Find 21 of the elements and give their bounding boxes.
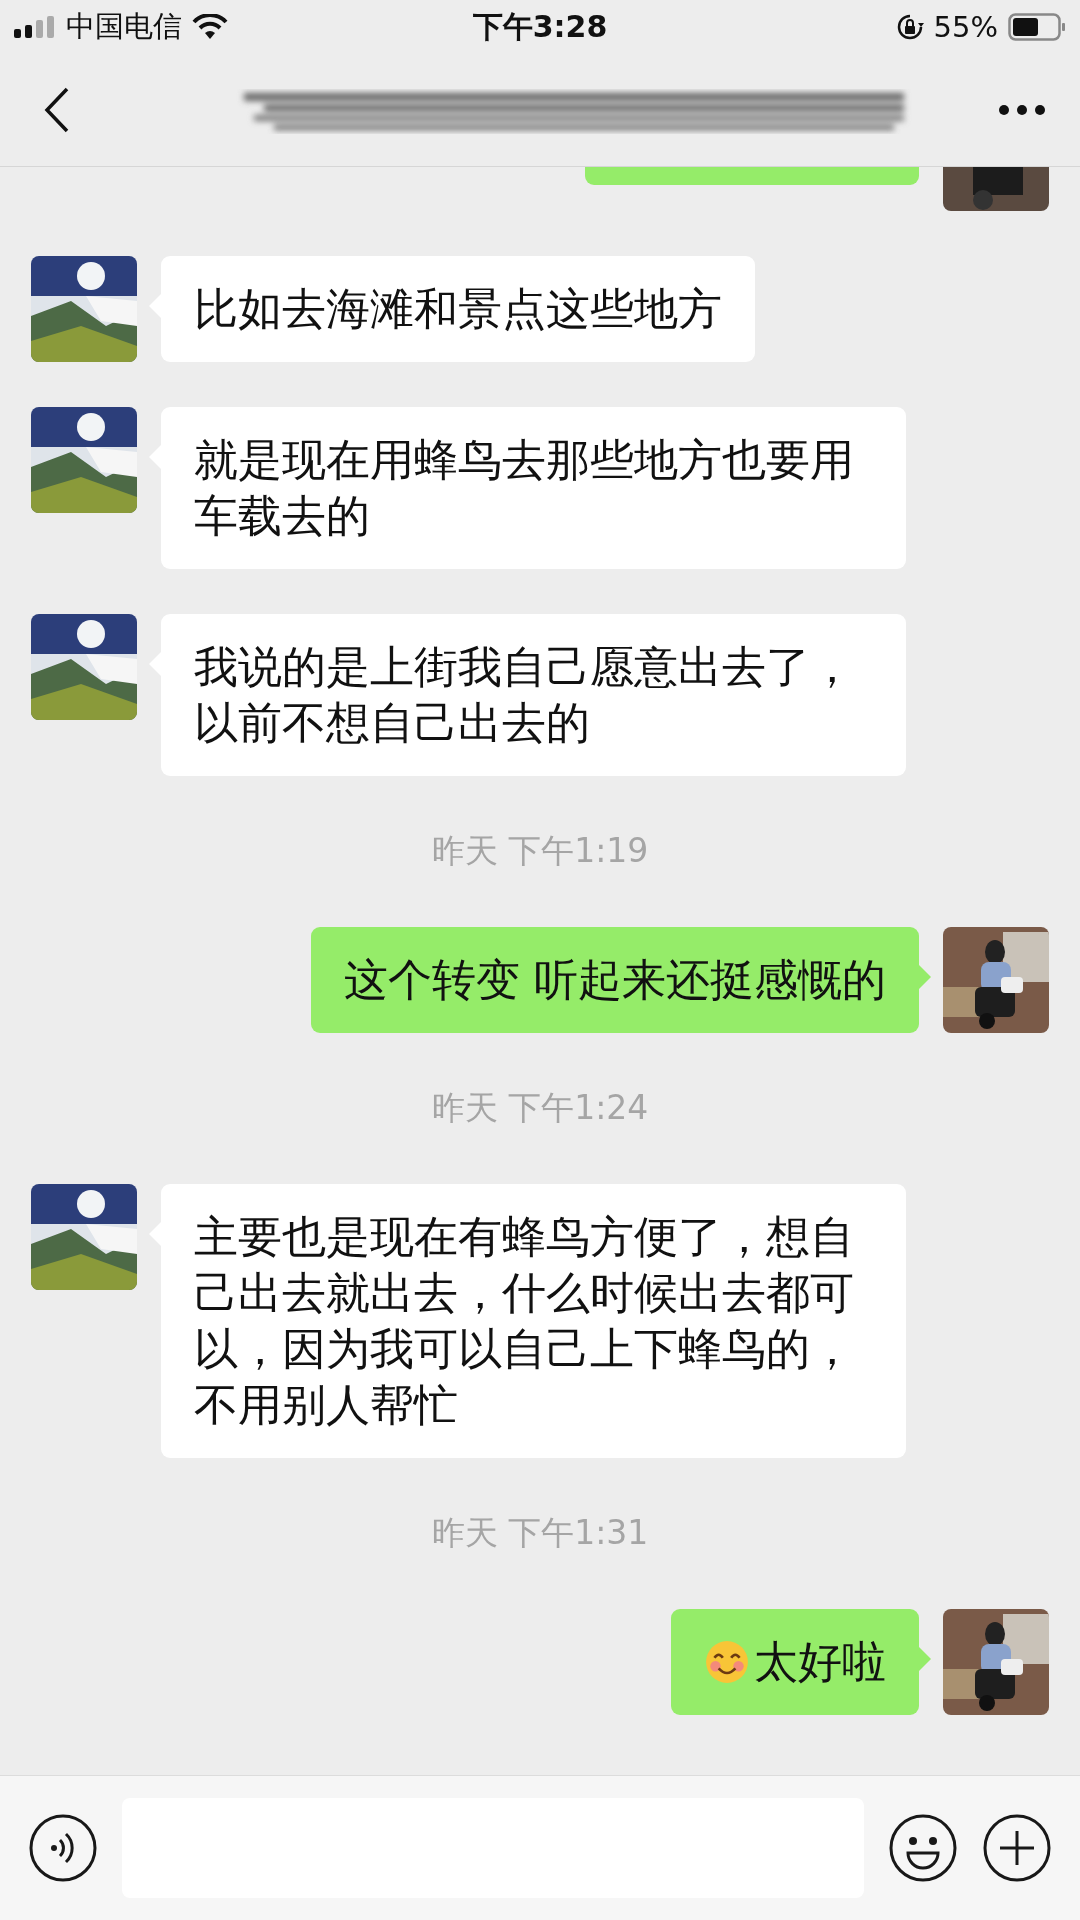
wifi-icon <box>192 14 228 40</box>
message-text: 这个转变 听起来还挺感慨的 <box>344 953 886 1007</box>
timestamp: 昨天 下午1:31 <box>431 1512 649 1554</box>
back-icon[interactable] <box>44 87 70 133</box>
signal-icon <box>14 16 56 38</box>
message-text: 主要也是现在有蜂鸟方便了，想自己出去就出去，什么时候出去都可以，因为我可以自己上下蜂鸟的，不用别人帮忙 <box>194 1210 855 1432</box>
timestamp: 昨天 下午1:24 <box>431 1087 649 1129</box>
battery-icon <box>1008 13 1066 41</box>
message-text: 我说的是上街我自己愿意出去了，以前不想自己出去的 <box>194 640 855 750</box>
voice-icon[interactable] <box>28 1813 98 1883</box>
message-text: 太好啦 <box>754 1635 886 1689</box>
message-text: 就是现在用蜂鸟去那些地方也要用车载去的 <box>194 433 855 543</box>
plus-icon[interactable] <box>982 1813 1052 1883</box>
timestamp: 昨天 下午1:19 <box>431 830 649 872</box>
rotation-lock-icon <box>895 13 924 41</box>
more-icon[interactable] <box>998 104 1046 116</box>
battery-percent: 55% <box>933 10 998 44</box>
status-time: 下午3:28 <box>472 7 608 46</box>
message-text: 比如去海滩和景点这些地方 <box>194 282 722 336</box>
emoji-icon[interactable] <box>888 1813 958 1883</box>
carrier-name: 中国电信 <box>66 8 182 45</box>
